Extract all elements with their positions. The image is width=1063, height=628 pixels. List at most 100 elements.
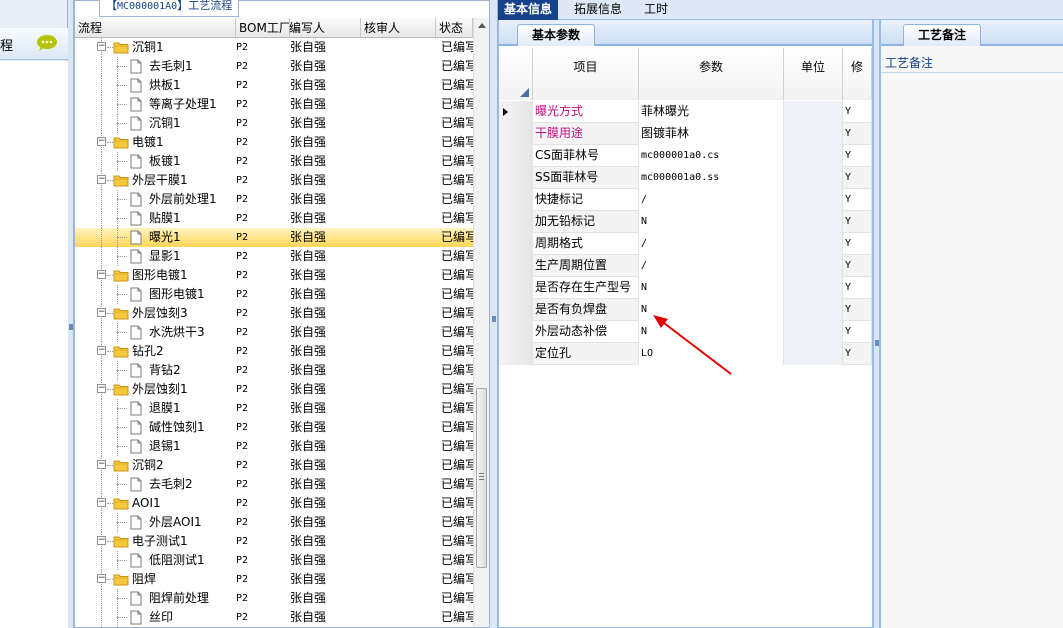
param-row[interactable]: 周期格式 / Y <box>499 233 872 255</box>
tree-row[interactable]: 板镀1 P2 张自强 已编写 <box>75 152 473 171</box>
scroll-up-arrow-icon[interactable] <box>478 23 486 28</box>
param-row[interactable]: 生产周期位置 / Y <box>499 255 872 277</box>
param-unit-cell[interactable] <box>784 255 843 277</box>
tree-row[interactable]: − 外层干膜1 P2 张自强 已编写 <box>75 171 473 190</box>
param-modifiable-cell[interactable]: Y <box>843 255 872 277</box>
tree-row[interactable]: − 外层蚀刻1 P2 张自强 已编写 <box>75 380 473 399</box>
tree-row[interactable]: 阻焊前处理 P2 张自强 已编写 <box>75 589 473 608</box>
row-indicator[interactable] <box>499 189 533 211</box>
param-row[interactable]: 曝光方式 菲林曝光 Y <box>499 101 872 123</box>
param-modifiable-cell[interactable]: Y <box>843 321 872 343</box>
tree-row[interactable]: − 电子测试1 P2 张自强 已编写 <box>75 532 473 551</box>
chat-bubble-icon[interactable] <box>36 34 58 52</box>
param-value-cell[interactable]: mc000001a0.cs <box>639 145 784 167</box>
param-value-cell[interactable]: 图镀菲林 <box>639 123 784 145</box>
tree-row[interactable]: − AOI1 P2 张自强 已编写 <box>75 494 473 513</box>
param-row[interactable]: 快捷标记 / Y <box>499 189 872 211</box>
row-indicator[interactable] <box>499 277 533 299</box>
param-unit-cell[interactable] <box>784 211 843 233</box>
tree-row[interactable]: 外层前处理1 P2 张自强 已编写 <box>75 190 473 209</box>
scroll-thumb[interactable] <box>476 388 487 568</box>
top-tab-2[interactable]: 工时 <box>638 0 674 20</box>
tree-expander-icon[interactable]: − <box>97 175 106 184</box>
right-splitter[interactable] <box>873 20 880 628</box>
tree-row[interactable]: 外层AOI1 P2 张自强 已编写 <box>75 513 473 532</box>
param-modifiable-cell[interactable]: Y <box>843 343 872 365</box>
tree-row[interactable]: − 沉铜1 P2 张自强 已编写 <box>75 38 473 57</box>
row-indicator[interactable] <box>499 343 533 365</box>
param-unit-cell[interactable] <box>784 277 843 299</box>
param-modifiable-cell[interactable]: Y <box>843 167 872 189</box>
param-unit-cell[interactable] <box>784 299 843 321</box>
middle-splitter[interactable] <box>490 0 498 628</box>
tree-expander-icon[interactable]: − <box>97 308 106 317</box>
row-indicator[interactable] <box>499 145 533 167</box>
row-indicator[interactable] <box>499 167 533 189</box>
tab-process-remark[interactable]: 工艺备注 <box>903 24 982 46</box>
tree-col-header[interactable]: 核审人 <box>361 18 436 38</box>
param-value-cell[interactable]: N <box>639 211 784 233</box>
tree-row[interactable]: 显影1 P2 张自强 已编写 <box>75 247 473 266</box>
param-unit-cell[interactable] <box>784 167 843 189</box>
tree-expander-icon[interactable]: − <box>97 460 106 469</box>
tree-expander-icon[interactable]: − <box>97 574 106 583</box>
param-value-cell[interactable]: mc000001a0.ss <box>639 167 784 189</box>
param-modifiable-cell[interactable]: Y <box>843 299 872 321</box>
tree-row[interactable]: 退锡1 P2 张自强 已编写 <box>75 437 473 456</box>
param-unit-cell[interactable] <box>784 343 843 365</box>
tree-col-header[interactable]: 状态 <box>436 18 473 38</box>
tree-row[interactable]: 水洗烘干3 P2 张自强 已编写 <box>75 323 473 342</box>
tree-row[interactable]: − 钻孔2 P2 张自强 已编写 <box>75 342 473 361</box>
grid-col-header[interactable]: 参数 <box>639 48 784 100</box>
param-row[interactable]: 是否存在生产型号 N Y <box>499 277 872 299</box>
param-modifiable-cell[interactable]: Y <box>843 101 872 123</box>
tree-expander-icon[interactable]: − <box>97 498 106 507</box>
row-indicator[interactable] <box>499 101 533 123</box>
tree-row[interactable]: − 电镀1 P2 张自强 已编写 <box>75 133 473 152</box>
param-row[interactable]: CS面菲林号 mc000001a0.cs Y <box>499 145 872 167</box>
param-modifiable-cell[interactable]: Y <box>843 211 872 233</box>
tree-row[interactable]: − 沉铜2 P2 张自强 已编写 <box>75 456 473 475</box>
param-value-cell[interactable]: / <box>639 233 784 255</box>
param-modifiable-cell[interactable]: Y <box>843 233 872 255</box>
tree-row[interactable]: 图形电镀1 P2 张自强 已编写 <box>75 285 473 304</box>
param-value-cell[interactable]: N <box>639 277 784 299</box>
tree-row[interactable]: 低阻测试1 P2 张自强 已编写 <box>75 551 473 570</box>
tree-expander-icon[interactable]: − <box>97 346 106 355</box>
param-value-cell[interactable]: / <box>639 189 784 211</box>
tree-expander-icon[interactable]: − <box>97 384 106 393</box>
top-tab-0[interactable]: 基本信息 <box>498 0 559 20</box>
param-value-cell[interactable]: 菲林曝光 <box>639 101 784 123</box>
tree-expander-icon[interactable]: − <box>97 270 106 279</box>
tree-expander-icon[interactable]: − <box>97 137 106 146</box>
tree-row[interactable]: 背钻2 P2 张自强 已编写 <box>75 361 473 380</box>
param-unit-cell[interactable] <box>784 101 843 123</box>
param-row[interactable]: SS面菲林号 mc000001a0.ss Y <box>499 167 872 189</box>
tree-row[interactable]: 曝光1 P2 张自强 已编写 <box>75 228 473 247</box>
param-row[interactable]: 加无铅标记 N Y <box>499 211 872 233</box>
tree-expander-icon[interactable]: − <box>97 536 106 545</box>
tree-col-header[interactable]: 流程 <box>75 18 236 38</box>
param-modifiable-cell[interactable]: Y <box>843 145 872 167</box>
tree-row[interactable]: 等离子处理1 P2 张自强 已编写 <box>75 95 473 114</box>
row-indicator[interactable] <box>499 255 533 277</box>
tree-row[interactable]: 贴膜1 P2 张自强 已编写 <box>75 209 473 228</box>
tree-row[interactable]: 退膜1 P2 张自强 已编写 <box>75 399 473 418</box>
param-unit-cell[interactable] <box>784 321 843 343</box>
tree-row[interactable]: 去毛刺2 P2 张自强 已编写 <box>75 475 473 494</box>
param-unit-cell[interactable] <box>784 233 843 255</box>
tree-row[interactable]: 烘板1 P2 张自强 已编写 <box>75 76 473 95</box>
tree-row[interactable]: 沉铜1 P2 张自强 已编写 <box>75 114 473 133</box>
tree-row[interactable]: − 外层蚀刻3 P2 张自强 已编写 <box>75 304 473 323</box>
tree-vertical-scrollbar[interactable] <box>473 18 489 627</box>
tab-basic-params[interactable]: 基本参数 <box>517 24 596 46</box>
row-indicator[interactable] <box>499 299 533 321</box>
param-value-cell[interactable]: / <box>639 255 784 277</box>
tree-col-header[interactable]: BOM工厂 <box>236 18 290 38</box>
param-unit-cell[interactable] <box>784 123 843 145</box>
row-indicator[interactable] <box>499 123 533 145</box>
grid-col-header[interactable]: 单位 <box>784 48 843 100</box>
row-indicator[interactable] <box>499 233 533 255</box>
tree-expander-icon[interactable]: − <box>97 42 106 51</box>
tree-row[interactable]: 去毛刺1 P2 张自强 已编写 <box>75 57 473 76</box>
